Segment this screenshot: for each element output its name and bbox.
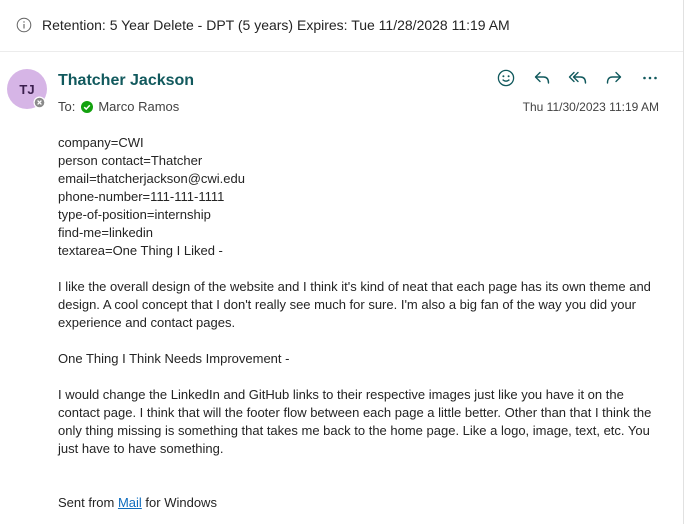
body-field-line: person contact=Thatcher: [58, 153, 203, 168]
reply-icon: [534, 71, 550, 84]
body-field-line: find-me=linkedin: [58, 225, 154, 240]
body-paragraph-improvement: I would change the LinkedIn and GitHub l…: [58, 387, 652, 456]
smiley-icon: [497, 69, 515, 87]
body-field-line: phone-number=111-111-1111: [58, 189, 225, 204]
mail-app-link[interactable]: Mail: [118, 495, 142, 510]
recipient-name[interactable]: Marco Ramos: [98, 99, 179, 114]
reply-all-icon: [568, 71, 587, 84]
more-actions-button[interactable]: [640, 68, 660, 88]
info-icon: [16, 17, 32, 33]
recipients-line: To: Marco Ramos: [58, 99, 179, 114]
emoji-reaction-button[interactable]: [496, 68, 516, 88]
presence-offline-icon: [33, 96, 46, 109]
forward-button[interactable]: [604, 68, 624, 88]
retention-banner: Retention: 5 Year Delete - DPT (5 years)…: [0, 0, 683, 52]
message-body: company=CWI person contact=Thatcher emai…: [58, 134, 658, 512]
body-field-line: textarea=One Thing I Liked -: [58, 243, 223, 258]
to-label: To:: [58, 99, 76, 114]
available-status-icon: [81, 100, 94, 113]
body-heading-improvement: One Thing I Think Needs Improvement -: [58, 351, 290, 366]
more-icon: [643, 76, 657, 80]
body-field-line: type-of-position=internship: [58, 207, 211, 222]
body-paragraph-liked: I like the overall design of the website…: [58, 279, 651, 330]
signature-suffix: for Windows: [141, 495, 217, 510]
body-field-line: email=thatcherjackson@cwi.edu: [58, 171, 245, 186]
body-field-line: company=CWI: [58, 135, 144, 150]
reply-button[interactable]: [532, 68, 552, 88]
forward-icon: [606, 71, 622, 84]
email-signature: Sent from Mail for Windows: [58, 494, 658, 512]
reply-all-button[interactable]: [568, 68, 588, 88]
avatar-initials: TJ: [19, 81, 35, 97]
message-timestamp: Thu 11/30/2023 11:19 AM: [522, 100, 659, 114]
sender-name[interactable]: Thatcher Jackson: [58, 72, 194, 90]
retention-text: Retention: 5 Year Delete - DPT (5 years)…: [42, 17, 510, 33]
message-actions-toolbar: [496, 68, 660, 88]
signature-prefix: Sent from: [58, 495, 118, 510]
